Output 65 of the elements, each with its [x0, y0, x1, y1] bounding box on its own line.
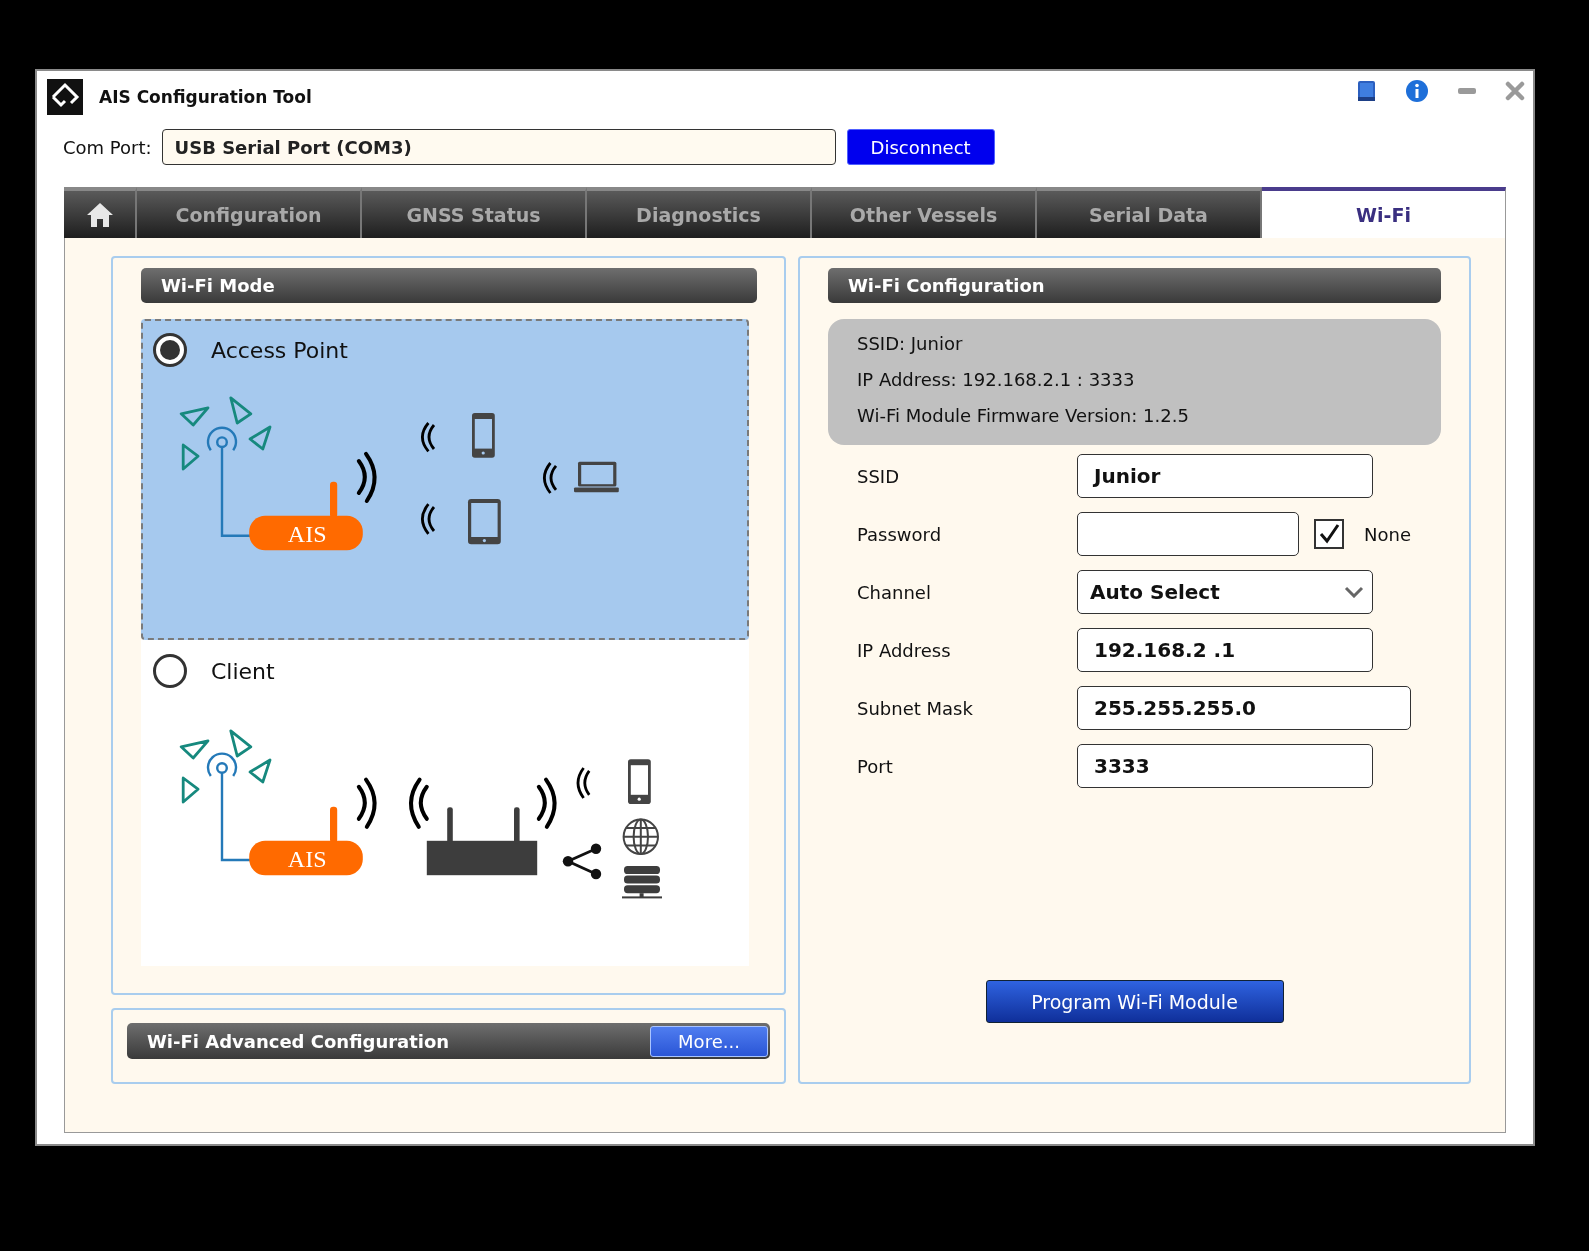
device-label: AIS: [287, 521, 327, 548]
text-field[interactable]: 192.168.2 .1: [1077, 628, 1373, 672]
tab[interactable]: Diagnostics: [587, 187, 812, 238]
phone-icon: [628, 759, 651, 804]
status-info-line: Wi-Fi Module Firmware Version: 1.2.5: [857, 404, 1190, 428]
device-label: AIS: [287, 846, 327, 873]
field-label: SSID: [857, 465, 901, 487]
minimize-icon[interactable]: [1457, 87, 1477, 95]
password-field[interactable]: [1077, 512, 1299, 556]
home-tab[interactable]: [64, 187, 137, 238]
text-field[interactable]: Junior: [1077, 454, 1373, 498]
close-icon[interactable]: [1505, 81, 1525, 101]
ais-device-icon: [249, 481, 363, 551]
ais-device-icon: [249, 806, 363, 876]
signal-waves-icon: [356, 777, 377, 829]
laptop-icon: [574, 461, 619, 493]
radio-button[interactable]: [153, 654, 187, 688]
tab[interactable]: GNSS Status: [362, 187, 587, 238]
signal-waves-icon: [421, 421, 436, 453]
channel-dropdown[interactable]: Auto Select: [1077, 570, 1373, 614]
status-info-line: SSID: Junior: [857, 332, 964, 356]
phone-icon: [472, 413, 495, 458]
panel-header: Wi-Fi Mode: [141, 268, 757, 303]
checkbox-label[interactable]: None: [1364, 523, 1411, 545]
field-label: Channel: [857, 581, 932, 603]
com-port-label: Com Port:: [63, 136, 152, 158]
chevron-down-icon: [1344, 586, 1364, 598]
disconnect-button[interactable]: Disconnect: [846, 129, 995, 165]
field-label: Port: [857, 755, 894, 777]
tab[interactable]: Other Vessels: [812, 187, 1037, 238]
option-label[interactable]: Client: [211, 658, 275, 684]
text-field[interactable]: 3333: [1077, 744, 1373, 788]
globe-icon: [622, 818, 659, 855]
checkbox[interactable]: [1314, 519, 1344, 549]
status-info-line: IP Address: 192.168.2.1 : 3333: [857, 368, 1136, 392]
text-field[interactable]: 255.255.255.0: [1077, 686, 1411, 730]
antenna-icon: [179, 396, 272, 537]
signal-waves-icon: [576, 766, 591, 800]
share-icon: [562, 843, 602, 880]
tab[interactable]: Configuration: [137, 187, 362, 238]
field-label: IP Address: [857, 639, 952, 661]
book-icon[interactable]: [1357, 80, 1377, 102]
option-label[interactable]: Access Point: [211, 337, 348, 363]
panel-header: Wi-Fi Configuration: [828, 268, 1441, 303]
server-icon: [622, 866, 662, 899]
radio-button[interactable]: [153, 333, 187, 367]
signal-waves-icon: [543, 461, 558, 495]
tab[interactable]: Serial Data: [1037, 187, 1262, 238]
signal-waves-icon: [536, 777, 557, 829]
tab[interactable]: Wi-Fi: [1262, 187, 1506, 238]
antenna-icon: [179, 729, 272, 862]
field-label: Subnet Mask: [857, 697, 974, 719]
field-label: Password: [857, 523, 943, 545]
signal-waves-icon: [409, 777, 429, 829]
app-logo-icon: [47, 79, 83, 115]
signal-waves-icon: [421, 502, 436, 536]
com-port-field[interactable]: USB Serial Port (COM3): [161, 129, 836, 165]
window-title: AIS Configuration Tool: [99, 87, 312, 107]
info-icon[interactable]: [1405, 79, 1429, 103]
more-button[interactable]: More...: [650, 1025, 768, 1057]
tablet-icon: [468, 499, 501, 545]
program-wifi-module-button[interactable]: Program Wi-Fi Module: [985, 980, 1284, 1023]
panel-title: Wi-Fi Advanced Configuration: [147, 1030, 450, 1052]
signal-waves-icon: [356, 451, 377, 503]
router-icon: [426, 807, 538, 876]
